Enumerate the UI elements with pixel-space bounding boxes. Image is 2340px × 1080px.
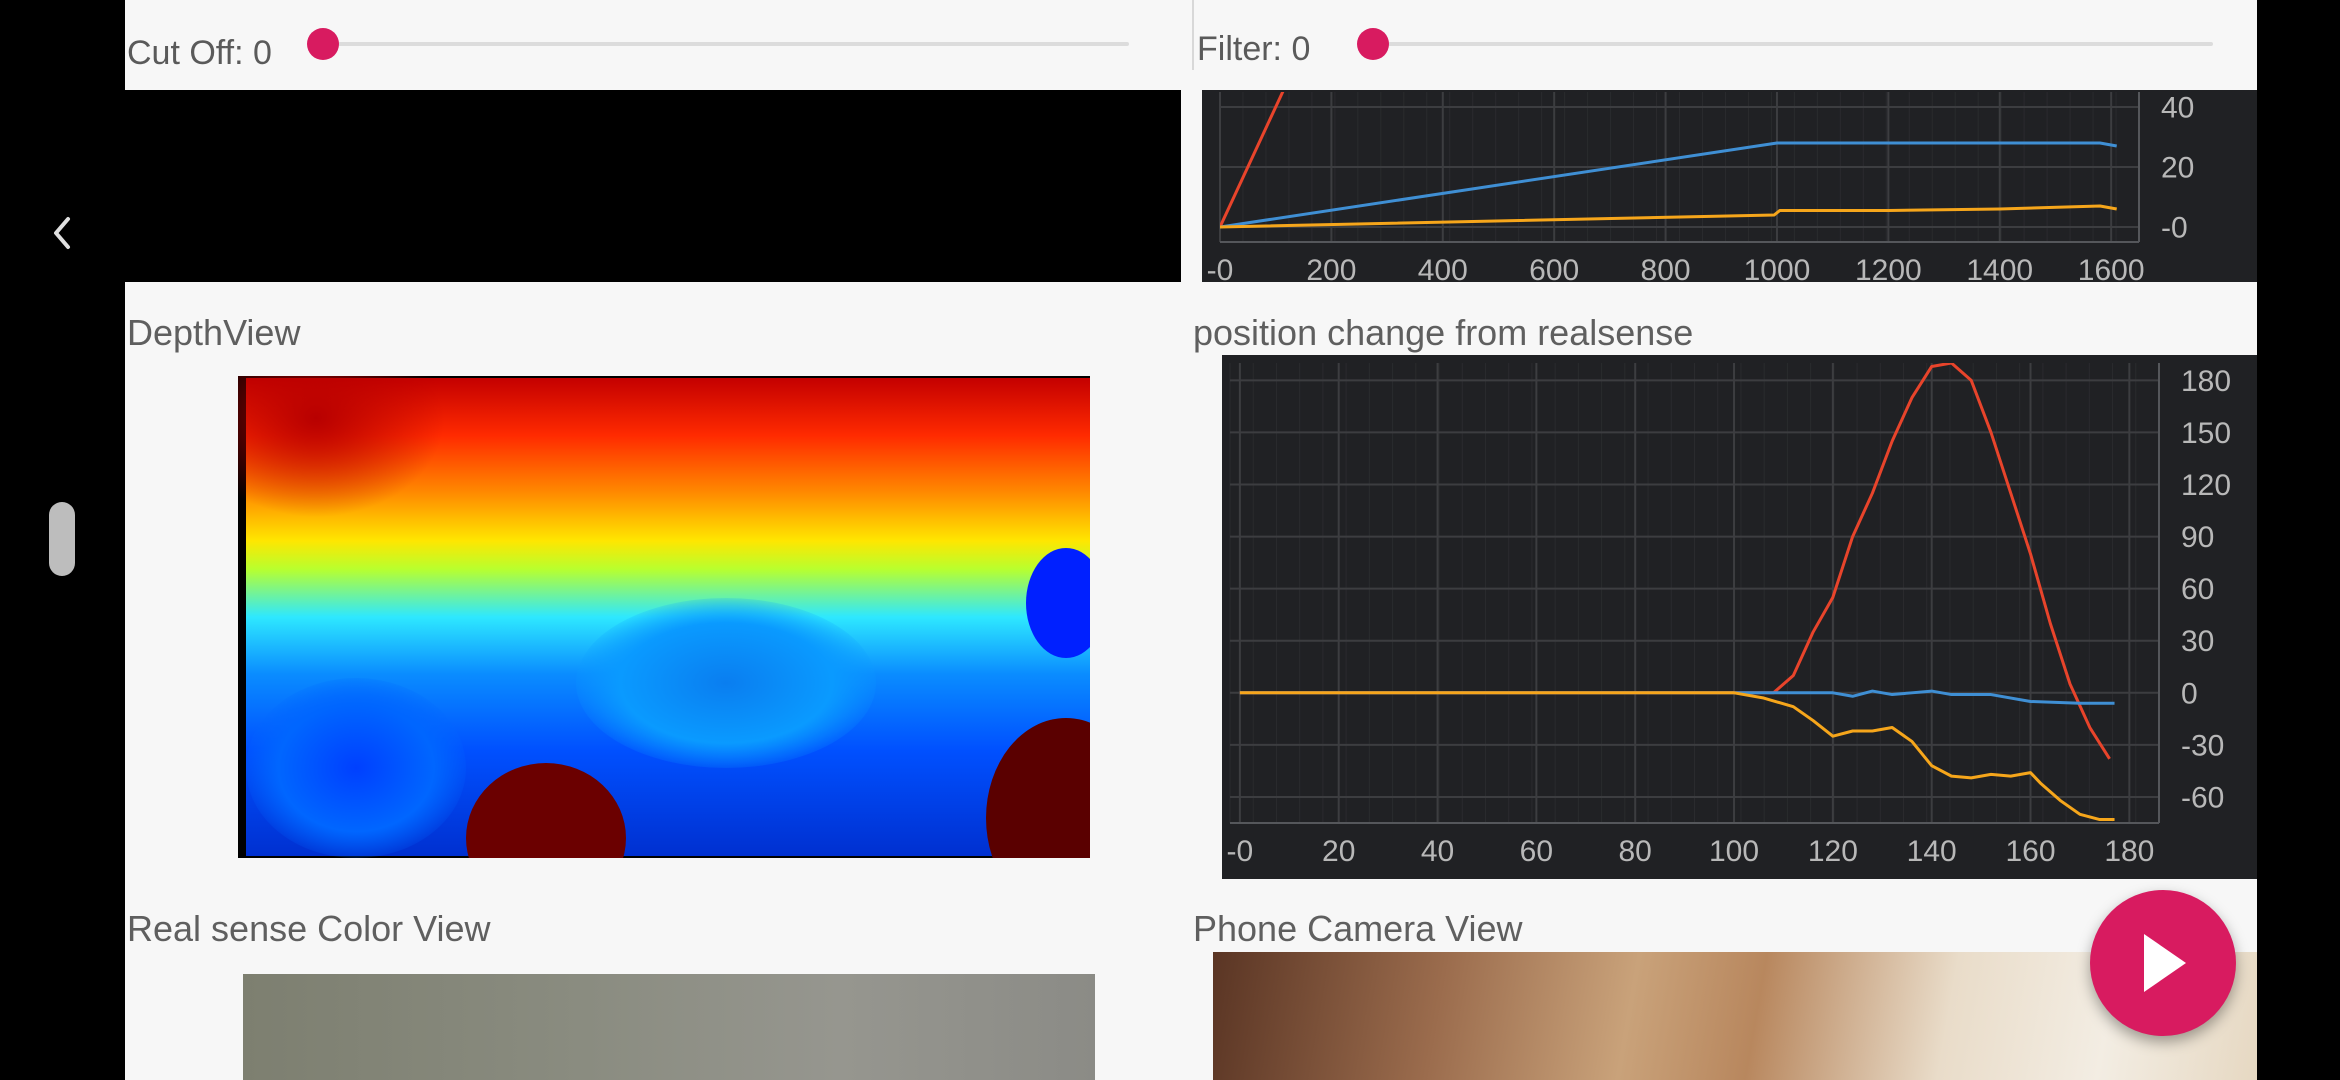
depth-heatmap	[238, 376, 1090, 858]
series-line-2	[1220, 204, 2117, 229]
y-tick-label: 20	[2161, 152, 2194, 185]
scroll-handle[interactable]	[49, 502, 75, 576]
play-button[interactable]	[2090, 890, 2236, 1036]
phone-camera-title: Phone Camera View	[1193, 908, 1523, 949]
y-tick-label: -30	[2181, 729, 2224, 762]
y-tick-label: 0	[2181, 677, 2198, 710]
y-tick-label: 180	[2181, 365, 2231, 398]
camera-preview-panel	[125, 90, 1181, 282]
cutoff-slider-thumb[interactable]	[307, 28, 339, 60]
filter-label: Filter: 0	[1197, 30, 1311, 68]
cutoff-slider-group: Cut Off: 0	[125, 0, 1191, 88]
series-line-1	[1220, 141, 2117, 229]
x-tick-label: 140	[1907, 835, 1957, 868]
series-line-0	[1239, 363, 2111, 760]
right-edge-bar	[2257, 0, 2340, 1080]
position-change-chart: -0 20 40 60 80 100 120 140 160 180 180 150 120 90 60 30…	[1222, 355, 2257, 879]
series-line-0	[1220, 92, 1285, 228]
y-tick-label: 60	[2181, 573, 2214, 606]
x-tick-label: 800	[1641, 254, 1691, 282]
x-tick-label: 160	[2005, 835, 2055, 868]
control-divider	[1192, 0, 1194, 70]
top-line-chart: -0 200 400 600 800 1000 1200 1400 1600 40 20 -0	[1202, 90, 2257, 282]
x-tick-label: 120	[1808, 835, 1858, 868]
realsense-color-title: Real sense Color View	[127, 908, 491, 949]
depth-blob-near-object	[466, 763, 626, 858]
navigation-rail	[0, 0, 125, 1080]
depth-blob-far	[576, 598, 876, 768]
main-content: Cut Off: 0 Filter: 0 -0 200 400 600 800 1000 1…	[125, 0, 2257, 1080]
x-tick-label: 1400	[1966, 254, 2033, 282]
cutoff-label: Cut Off: 0	[127, 34, 272, 72]
x-tick-label: -0	[1227, 835, 1254, 868]
y-tick-label: 40	[2161, 92, 2194, 125]
cutoff-slider-track[interactable]	[323, 42, 1129, 46]
depth-blob-corner	[238, 376, 446, 518]
depth-view-image	[238, 376, 1090, 858]
y-tick-label: -0	[2161, 212, 2188, 245]
y-tick-label: 90	[2181, 521, 2214, 554]
filter-slider-thumb[interactable]	[1357, 28, 1389, 60]
depth-blob-hole	[1026, 548, 1090, 658]
x-tick-label: 600	[1529, 254, 1579, 282]
y-tick-label: 30	[2181, 625, 2214, 658]
x-tick-label: 200	[1306, 254, 1356, 282]
top-line-chart-svg: -0 200 400 600 800 1000 1200 1400 1600 40 20 -0	[1207, 92, 2195, 283]
chevron-left-icon[interactable]	[46, 213, 78, 253]
x-tick-label: -0	[1207, 254, 1234, 282]
x-tick-label: 100	[1709, 835, 1759, 868]
x-tick-label: 60	[1520, 835, 1553, 868]
y-tick-label: -60	[2181, 781, 2224, 814]
x-tick-label: 40	[1421, 835, 1454, 868]
x-tick-label: 180	[2104, 835, 2154, 868]
x-tick-label: 20	[1322, 835, 1355, 868]
x-tick-label: 1200	[1855, 254, 1922, 282]
position-change-title: position change from realsense	[1193, 312, 1694, 353]
play-icon	[2144, 934, 2186, 992]
filter-slider-track[interactable]	[1373, 42, 2213, 46]
filter-slider-group: Filter: 0	[1195, 0, 2257, 88]
series-line-2	[1239, 691, 2115, 822]
x-tick-label: 1600	[2078, 254, 2145, 282]
depth-blob-left	[246, 678, 466, 858]
x-tick-label: 80	[1619, 835, 1652, 868]
position-change-chart-svg: -0 20 40 60 80 100 120 140 160 180 180 150 120 90 60 30…	[1227, 363, 2231, 868]
depth-view-title: DepthView	[127, 312, 301, 353]
x-tick-label: 1000	[1744, 254, 1811, 282]
realsense-color-image	[243, 974, 1095, 1080]
depth-blob-right-edge	[986, 718, 1090, 858]
x-tick-label: 400	[1418, 254, 1468, 282]
y-tick-label: 150	[2181, 417, 2231, 450]
y-tick-label: 120	[2181, 469, 2231, 502]
